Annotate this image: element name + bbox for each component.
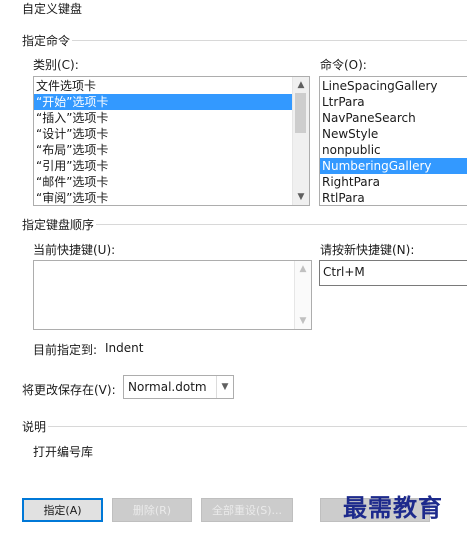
- remove-button[interactable]: 删除(R): [112, 498, 192, 522]
- list-item[interactable]: “设计”选项卡: [34, 126, 292, 142]
- save-in-value: Normal.dotm: [128, 380, 207, 394]
- new-key-label: 请按新快捷键(N):: [320, 243, 415, 257]
- chevron-up-icon[interactable]: ▲: [293, 77, 309, 93]
- list-item[interactable]: NavPaneSearch: [320, 110, 467, 126]
- list-item[interactable]: nonpublic: [320, 142, 467, 158]
- dialog-title: 自定义键盘: [22, 2, 83, 16]
- list-item[interactable]: “引用”选项卡: [34, 158, 292, 174]
- keyboard-sequence-heading: 指定键盘顺序: [22, 218, 95, 232]
- save-in-label: 将更改保存在(V):: [22, 383, 116, 397]
- section-divider: [96, 224, 467, 225]
- commands-listbox[interactable]: LineSpacingGallery LtrPara NavPaneSearch Ne…: [319, 76, 467, 206]
- categories-listbox[interactable]: 文件选项卡 “开始”选项卡 “插入”选项卡 “设计”选项卡 “布局”选项卡 “引用”选项卡…: [33, 76, 310, 206]
- watermark-logo: 最需教育: [343, 493, 443, 522]
- save-in-select[interactable]: Normal.dotm ▼: [123, 375, 234, 399]
- current-keys-scrollbar[interactable]: ▲ ▼: [294, 261, 311, 329]
- section-divider: [48, 426, 467, 427]
- scroll-thumb[interactable]: [295, 93, 306, 133]
- section-divider: [72, 40, 467, 41]
- currently-assigned-value: Indent: [105, 341, 144, 355]
- list-item[interactable]: LtrPara: [320, 94, 467, 110]
- list-item[interactable]: “布局”选项卡: [34, 142, 292, 158]
- list-item[interactable]: “邮件”选项卡: [34, 174, 292, 190]
- chevron-down-icon[interactable]: ▼: [295, 313, 311, 329]
- list-item[interactable]: “审阅”选项卡: [34, 190, 292, 205]
- categories-scrollbar[interactable]: ▲ ▼: [292, 77, 309, 205]
- commands-label: 命令(O):: [320, 58, 367, 72]
- description-text: 打开编号库: [33, 445, 94, 459]
- new-key-input[interactable]: Ctrl+M: [319, 260, 467, 286]
- chevron-down-icon[interactable]: ▼: [293, 189, 309, 205]
- specify-command-heading: 指定命令: [22, 34, 71, 48]
- currently-assigned-label: 目前指定到:: [33, 343, 98, 357]
- reset-all-button[interactable]: 全部重设(S)...: [201, 498, 293, 522]
- list-item[interactable]: “开始”选项卡: [34, 94, 292, 110]
- list-item[interactable]: “插入”选项卡: [34, 110, 292, 126]
- categories-label: 类别(C):: [33, 58, 79, 72]
- current-keys-label: 当前快捷键(U):: [33, 243, 116, 257]
- new-key-value: Ctrl+M: [323, 265, 365, 279]
- list-item[interactable]: NumberingGallery: [320, 158, 467, 174]
- assign-button[interactable]: 指定(A): [22, 498, 103, 522]
- list-item[interactable]: LineSpacingGallery: [320, 78, 467, 94]
- list-item[interactable]: 文件选项卡: [34, 78, 292, 94]
- current-keys-listbox[interactable]: ▲ ▼: [33, 260, 312, 330]
- description-heading: 说明: [22, 420, 47, 434]
- list-item[interactable]: RtlPara: [320, 190, 467, 205]
- chevron-up-icon[interactable]: ▲: [295, 261, 311, 277]
- chevron-down-icon[interactable]: ▼: [216, 376, 233, 398]
- list-item[interactable]: RightPara: [320, 174, 467, 190]
- list-item[interactable]: NewStyle: [320, 126, 467, 142]
